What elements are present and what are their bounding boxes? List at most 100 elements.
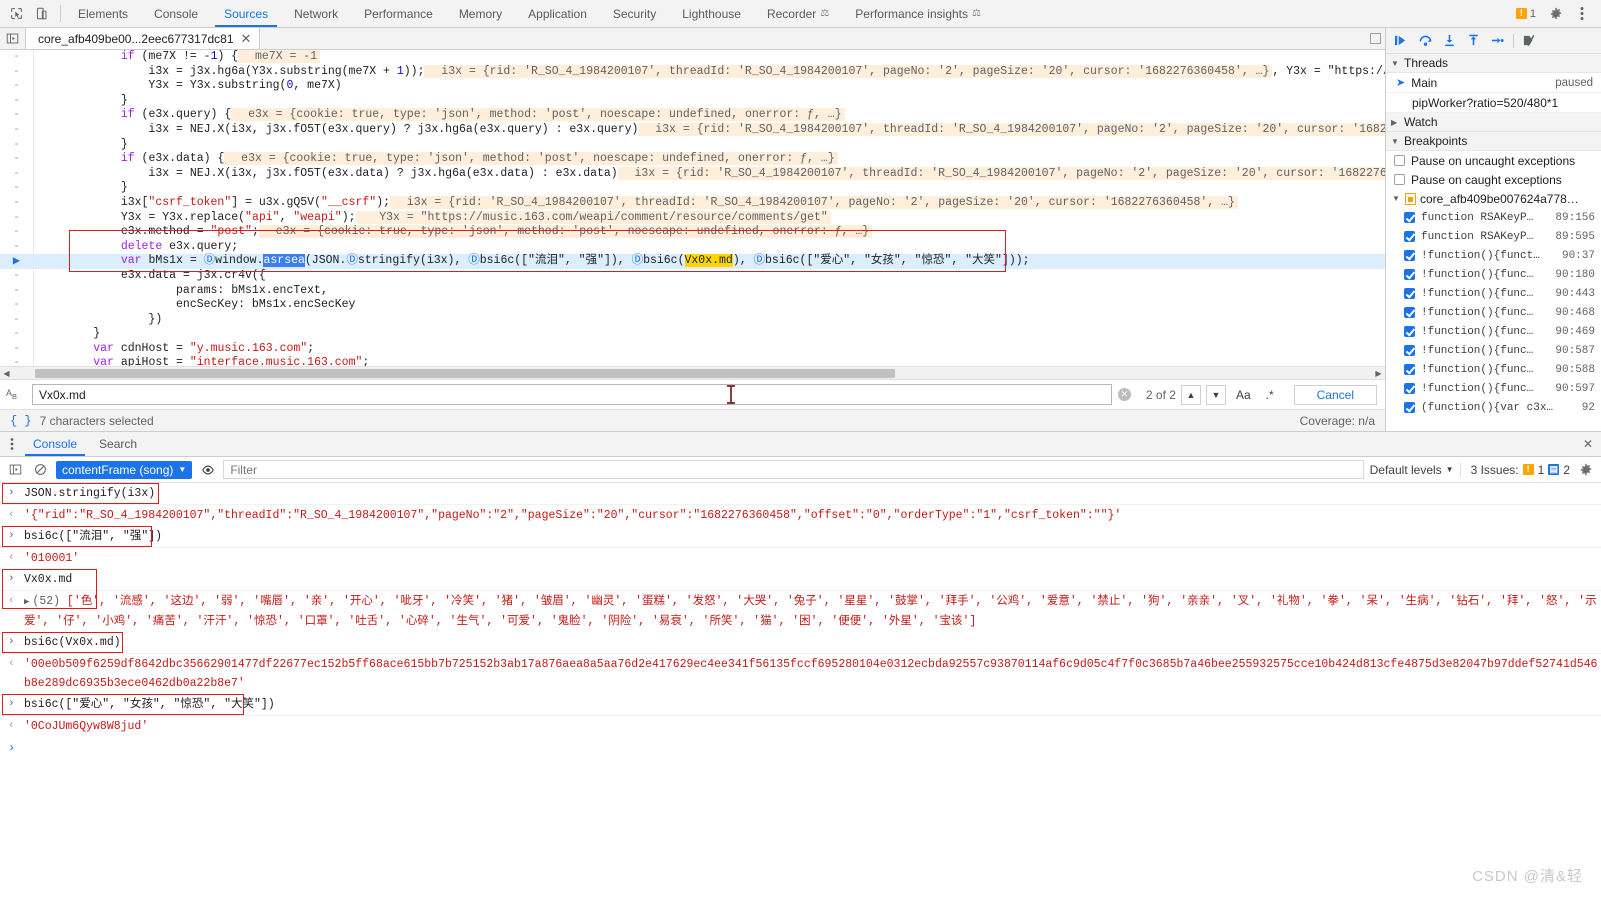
code-line[interactable]: i3x = NEJ.X(i3x, j3x.fO5T(e3x.data) ? j3… bbox=[0, 166, 1385, 182]
code-line[interactable]: } bbox=[0, 327, 1385, 342]
gutter-mark[interactable]: - bbox=[0, 342, 33, 357]
tab-elements[interactable]: Elements bbox=[65, 0, 141, 27]
breakpoint-row[interactable]: !function(){func… 90:443 bbox=[1386, 284, 1601, 303]
gutter-mark[interactable]: - bbox=[0, 269, 33, 284]
clear-search-icon[interactable]: ✕ bbox=[1117, 388, 1131, 401]
code-line[interactable]: var apiHost = "interface.music.163.com"; bbox=[0, 356, 1385, 366]
tab-performance[interactable]: Performance bbox=[351, 0, 446, 27]
threads-section-header[interactable]: ▼ Threads bbox=[1386, 54, 1601, 73]
tab-sources[interactable]: Sources bbox=[211, 0, 281, 27]
code-line[interactable]: if (me7X != -1) { me7X = -1 bbox=[0, 50, 1385, 65]
gear-icon[interactable] bbox=[1545, 3, 1567, 25]
tab-console[interactable]: Console bbox=[141, 0, 211, 27]
code-line[interactable]: }) bbox=[0, 313, 1385, 328]
gutter-mark[interactable]: - bbox=[0, 50, 33, 65]
gutter-mark[interactable]: - bbox=[0, 94, 33, 109]
show-navigator-icon[interactable] bbox=[0, 28, 26, 49]
breakpoint-checkbox[interactable] bbox=[1404, 402, 1415, 413]
watch-section-header[interactable]: ▶ Watch bbox=[1386, 113, 1601, 132]
breakpoint-checkbox[interactable] bbox=[1404, 269, 1415, 280]
expand-icon[interactable]: ▶ bbox=[24, 597, 29, 607]
console-settings-gear-icon[interactable] bbox=[1576, 460, 1595, 479]
tab-application[interactable]: Application bbox=[515, 0, 600, 27]
console-sidebar-icon[interactable] bbox=[6, 460, 25, 479]
code-line[interactable]: var cdnHost = "y.music.163.com"; bbox=[0, 342, 1385, 357]
tab-recorder[interactable]: Recorder ⚖ bbox=[754, 0, 842, 27]
scrollbar-thumb[interactable] bbox=[35, 368, 895, 378]
drawer-menu-icon[interactable] bbox=[2, 432, 22, 456]
resume-script-button[interactable] bbox=[1390, 30, 1413, 52]
gutter-mark[interactable]: - bbox=[0, 196, 33, 211]
clear-console-icon[interactable] bbox=[31, 460, 50, 479]
gutter-mark[interactable]: ▶ bbox=[0, 254, 33, 269]
step-out-button[interactable] bbox=[1462, 30, 1485, 52]
gutter-mark[interactable]: - bbox=[0, 123, 33, 138]
breakpoint-row[interactable]: !function(){func… 90:588 bbox=[1386, 360, 1601, 379]
pretty-print-icon[interactable]: { } bbox=[10, 414, 32, 428]
breakpoint-row[interactable]: !function(){funct… 90:37 bbox=[1386, 246, 1601, 265]
inspect-element-icon[interactable] bbox=[8, 5, 25, 22]
code-line[interactable]: e3x.method = "post"; e3x = {cookie: true… bbox=[0, 225, 1385, 240]
breakpoint-checkbox[interactable] bbox=[1404, 383, 1415, 394]
breakpoint-checkbox[interactable] bbox=[1404, 288, 1415, 299]
device-toolbar-icon[interactable] bbox=[33, 5, 50, 22]
gutter-mark[interactable]: - bbox=[0, 356, 33, 366]
code-line[interactable]: encSecKey: bMs1x.encSecKey bbox=[0, 298, 1385, 313]
breakpoint-row[interactable]: !function(){func… 90:597 bbox=[1386, 379, 1601, 398]
search-input[interactable] bbox=[32, 384, 1112, 405]
drawer-tab-console[interactable]: Console bbox=[22, 432, 88, 456]
tab-security[interactable]: Security bbox=[600, 0, 669, 27]
tab-lighthouse[interactable]: Lighthouse bbox=[669, 0, 754, 27]
drawer-close-icon[interactable]: ✕ bbox=[1583, 432, 1601, 456]
gutter-mark[interactable]: - bbox=[0, 298, 33, 313]
gutter-mark[interactable]: - bbox=[0, 240, 33, 255]
code-editor[interactable]: - - - - - - - - - - - - - - ▶ - - - - - - - if (me7X != -1) {… bbox=[0, 50, 1385, 366]
code-line[interactable]: } bbox=[0, 94, 1385, 109]
breakpoint-checkbox[interactable] bbox=[1404, 212, 1415, 223]
pause-uncaught-checkbox[interactable] bbox=[1394, 155, 1405, 166]
console-filter-input[interactable] bbox=[223, 460, 1364, 479]
code-line[interactable]: params: bMs1x.encText, bbox=[0, 284, 1385, 299]
match-case-toggle[interactable]: Aa bbox=[1231, 386, 1256, 404]
scroll-right-icon[interactable]: ▶ bbox=[1372, 369, 1385, 378]
gutter-mark[interactable]: - bbox=[0, 225, 33, 240]
step-over-button[interactable] bbox=[1414, 30, 1437, 52]
scroll-left-icon[interactable]: ◀ bbox=[0, 369, 13, 378]
scrollbar-track[interactable] bbox=[13, 367, 1372, 380]
cancel-button[interactable]: Cancel bbox=[1293, 384, 1377, 405]
gutter-mark[interactable]: - bbox=[0, 152, 33, 167]
gutter-mark[interactable]: - bbox=[0, 327, 33, 342]
code-line[interactable]: delete e3x.query; bbox=[0, 240, 1385, 255]
code-line[interactable]: if (e3x.data) { e3x = {cookie: true, typ… bbox=[0, 152, 1385, 167]
regex-toggle[interactable]: .* bbox=[1261, 386, 1279, 404]
breakpoint-checkbox[interactable] bbox=[1404, 231, 1415, 242]
step-into-button[interactable] bbox=[1438, 30, 1461, 52]
breakpoint-checkbox[interactable] bbox=[1404, 307, 1415, 318]
breakpoint-row[interactable]: !function(){func… 90:587 bbox=[1386, 341, 1601, 360]
kebab-menu-icon[interactable] bbox=[1571, 3, 1593, 25]
pause-uncaught-exceptions-row[interactable]: Pause on uncaught exceptions bbox=[1386, 151, 1601, 170]
code-line[interactable]: if (e3x.query) { e3x = {cookie: true, ty… bbox=[0, 108, 1385, 123]
gutter-mark[interactable]: - bbox=[0, 167, 33, 182]
drawer-tab-search[interactable]: Search bbox=[88, 432, 148, 456]
gutter-mark[interactable]: - bbox=[0, 211, 33, 226]
search-next-button[interactable]: ▼ bbox=[1205, 384, 1226, 405]
thread-pipworker[interactable]: pipWorker?ratio=520/480*1 bbox=[1386, 93, 1601, 113]
split-view-icon[interactable] bbox=[1370, 33, 1381, 44]
gutter-mark[interactable]: - bbox=[0, 108, 33, 123]
code-line[interactable]: i3x["csrf_token"] = u3x.gQ5V("__csrf"); … bbox=[0, 195, 1385, 211]
console-eye-icon[interactable] bbox=[198, 460, 217, 479]
tab-performance-insights[interactable]: Performance insights ⚖ bbox=[842, 0, 994, 27]
search-prev-button[interactable]: ▲ bbox=[1180, 384, 1201, 405]
breakpoint-row[interactable]: function RSAKeyP… 89:156 bbox=[1386, 208, 1601, 227]
pause-caught-exceptions-row[interactable]: Pause on caught exceptions bbox=[1386, 170, 1601, 189]
breakpoint-checkbox[interactable] bbox=[1404, 250, 1415, 261]
thread-main[interactable]: ➤ Main paused bbox=[1386, 73, 1601, 93]
code-line[interactable]: e3x.data = j3x.cr4v({ bbox=[0, 269, 1385, 284]
code-line[interactable]: } bbox=[0, 138, 1385, 153]
deactivate-breakpoints-button[interactable] bbox=[1518, 30, 1541, 52]
execution-context-selector[interactable]: contentFrame (song) ▼ bbox=[56, 460, 193, 479]
breakpoint-row[interactable]: function RSAKeyP… 89:595 bbox=[1386, 227, 1601, 246]
console-prompt-row[interactable]: › bbox=[0, 737, 1601, 759]
breakpoint-checkbox[interactable] bbox=[1404, 345, 1415, 356]
